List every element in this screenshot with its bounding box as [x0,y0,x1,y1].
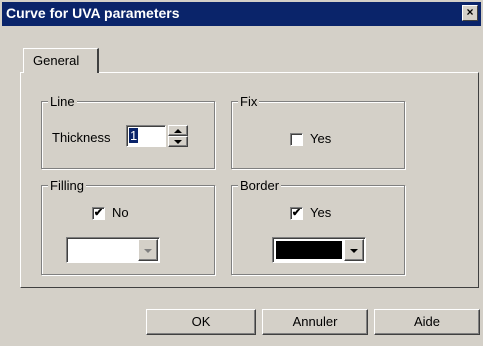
cancel-button[interactable]: Annuler [262,309,368,335]
thickness-input[interactable]: 1 [126,125,166,147]
filling-dropdown-button[interactable] [138,239,158,261]
fix-yes-checkbox[interactable] [290,133,303,146]
chevron-down-icon [350,249,358,253]
filling-color-swatch [70,241,136,259]
filling-no-checkbox[interactable]: ✔ [92,207,105,220]
border-group-label: Border [238,178,282,193]
chevron-down-icon [144,249,152,253]
fix-yes-label: Yes [310,131,332,146]
check-icon: ✔ [93,207,104,219]
close-icon: × [466,5,474,19]
border-yes-checkbox[interactable]: ✔ [290,207,303,220]
spin-up-button[interactable] [168,125,188,136]
help-button[interactable]: Aide [374,309,480,335]
tab-general[interactable]: General [23,48,99,73]
filling-group-label: Filling [48,178,86,193]
spin-up-icon [174,129,182,133]
filling-color-select[interactable] [66,237,160,263]
tab-general-label: General [33,53,80,68]
border-group: Border ✔ Yes [231,178,405,275]
fix-group: Fix Yes [231,94,405,169]
thickness-label: Thickness [52,130,111,145]
line-group-label: Line [48,94,77,109]
thickness-spinner[interactable] [168,125,188,147]
dialog-window: Curve for UVA parameters × General Line … [0,0,483,346]
check-icon: ✔ [291,207,302,219]
border-color-select[interactable] [272,237,366,263]
spin-down-button[interactable] [168,136,188,147]
thickness-value: 1 [129,128,139,143]
title-bar[interactable]: Curve for UVA parameters × [2,2,481,26]
filling-no-label: No [112,205,129,220]
line-group: Line Thickness 1 [41,94,215,169]
close-button[interactable]: × [462,5,478,21]
ok-button[interactable]: OK [146,309,256,335]
tab-panel-general: Line Thickness 1 Fix Yes Filling ✔ No Bo… [20,72,479,288]
filling-group: Filling ✔ No [41,178,215,275]
window-title: Curve for UVA parameters [6,5,180,21]
spin-down-icon [174,140,182,144]
border-yes-label: Yes [310,205,332,220]
border-dropdown-button[interactable] [344,239,364,261]
fix-group-label: Fix [238,94,260,109]
border-color-swatch [276,241,342,259]
